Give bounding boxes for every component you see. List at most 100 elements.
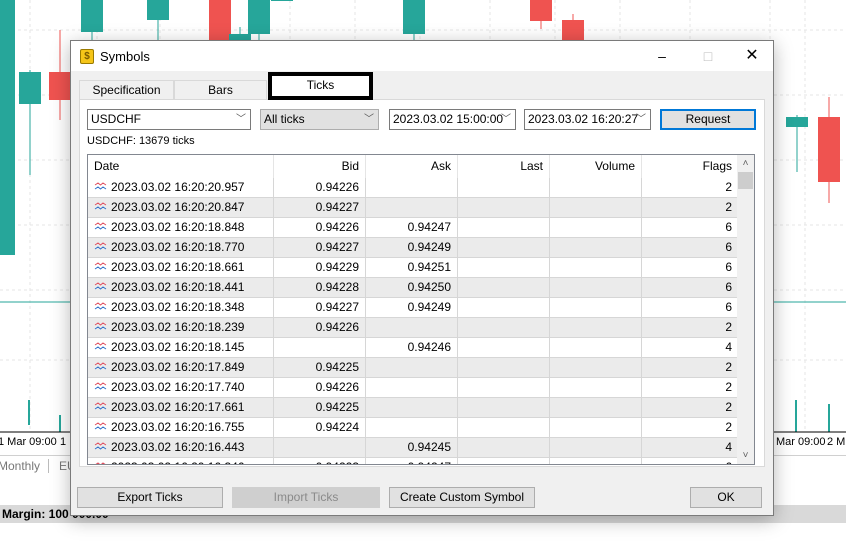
import-ticks-button[interactable]: Import Ticks	[232, 487, 380, 508]
date-text: 2023.03.02 16:20:18.348	[111, 300, 245, 314]
cell-volume	[550, 338, 642, 357]
candle-body	[81, 0, 103, 32]
screen: 1 Mar 09:00 1 Mar 09:00 2 M Monthly EU M…	[0, 0, 846, 556]
tick-wave-icon	[94, 182, 107, 190]
column-header-date[interactable]: Date	[88, 155, 274, 178]
chevron-down-icon: ﹀	[364, 114, 374, 125]
period-tab-monthly[interactable]: Monthly	[0, 459, 40, 473]
table-row[interactable]: 2023.03.02 16:20:17.849 0.94225 2	[88, 358, 738, 378]
candle-body	[248, 0, 270, 34]
candle-body	[209, 0, 231, 40]
cell-last	[458, 278, 550, 297]
table-row[interactable]: 2023.03.02 16:20:18.145 0.94246 4	[88, 338, 738, 358]
table-row[interactable]: 2023.03.02 16:20:18.848 0.94226 0.94247 6	[88, 218, 738, 238]
date-from-picker[interactable]: 2023.03.02 15:00:00 ﹀	[389, 109, 516, 130]
tick-wave-icon	[94, 282, 107, 290]
cell-bid: 0.94226	[274, 218, 366, 237]
cell-bid: 0.94229	[274, 258, 366, 277]
tab-bars[interactable]: Bars	[174, 80, 267, 100]
table-row[interactable]: 2023.03.02 16:20:18.770 0.94227 0.94249 6	[88, 238, 738, 258]
column-header-ask[interactable]: Ask	[366, 155, 458, 178]
cell-ask: 0.94249	[366, 298, 458, 317]
tab-specification[interactable]: Specification	[79, 80, 174, 100]
cell-volume	[550, 458, 642, 464]
candle-body	[49, 72, 71, 100]
column-header-flags[interactable]: Flags	[642, 155, 738, 178]
cell-ask	[366, 358, 458, 377]
cell-flags: 4	[725, 340, 732, 354]
cell-ask	[366, 378, 458, 397]
candle-body	[147, 0, 169, 20]
cell-ask: 0.94249	[366, 238, 458, 257]
scrollbar-thumb[interactable]	[738, 172, 753, 189]
cell-bid: 0.94225	[274, 398, 366, 417]
chart-time-label: Mar 09:00	[776, 436, 826, 448]
cell-volume	[550, 198, 642, 217]
maximize-button[interactable]: □	[685, 41, 731, 71]
cell-date: 2023.03.02 16:20:17.849	[88, 358, 274, 377]
cell-volume	[550, 238, 642, 257]
tick-wave-icon	[94, 242, 107, 250]
table-row[interactable]: 2023.03.02 16:20:17.661 0.94225 2	[88, 398, 738, 418]
export-ticks-button[interactable]: Export Ticks	[77, 487, 223, 508]
cell-ask	[366, 418, 458, 437]
cell-date: 2023.03.02 16:20:18.848	[88, 218, 274, 237]
tick-wave-icon	[94, 322, 107, 330]
tab-ticks[interactable]: Ticks	[268, 72, 373, 100]
date-to-picker[interactable]: 2023.03.02 16:20:27 ﹀	[524, 109, 651, 130]
cell-flags: 6	[642, 458, 738, 464]
ok-button[interactable]: OK	[690, 487, 762, 508]
table-row[interactable]: 2023.03.02 16:20:18.348 0.94227 0.94249 6	[88, 298, 738, 318]
candle-body	[19, 72, 41, 104]
cell-date: 2023.03.02 16:20:18.661	[88, 258, 274, 277]
cell-date: 2023.03.02 16:20:18.441	[88, 278, 274, 297]
cell-bid: 0.94227	[274, 198, 366, 217]
table-row[interactable]: 2023.03.02 16:20:16.443 0.94245 4	[88, 438, 738, 458]
cell-flags: 6	[725, 240, 732, 254]
cell-last	[458, 458, 550, 464]
cell-volume	[550, 438, 642, 457]
symbol-select[interactable]: USDCHF ﹀	[87, 109, 251, 130]
cell-ask	[366, 398, 458, 417]
cell-bid: 0.94223	[274, 458, 366, 464]
symbol-select-value: USDCHF	[91, 112, 141, 126]
cell-ask: 0.94246	[366, 338, 458, 357]
table-row[interactable]: 2023.03.02 16:20:20.847 0.94227 2	[88, 198, 738, 218]
cell-ask: 0.94247	[366, 218, 458, 237]
table-row[interactable]: 2023.03.02 16:20:18.661 0.94229 0.94251 6	[88, 258, 738, 278]
table-row[interactable]: 2023.03.02 16:20:16.346 0.942230.94247 6	[88, 458, 738, 464]
dialog-titlebar[interactable]: $ Symbols – □ ✕	[71, 41, 773, 71]
cell-date: 2023.03.02 16:20:20.847	[88, 198, 274, 217]
tick-wave-icon	[96, 462, 105, 464]
cell-ask: 0.94250	[366, 278, 458, 297]
chevron-down-icon: ﹀	[236, 114, 246, 125]
tick-type-select[interactable]: All ticks ﹀	[260, 109, 379, 130]
cell-last	[458, 398, 550, 417]
tick-wave-icon	[94, 202, 107, 210]
minimize-button[interactable]: –	[639, 41, 685, 71]
column-header-last[interactable]: Last	[458, 155, 550, 178]
cell-flags: 4	[725, 440, 732, 454]
close-button[interactable]: ✕	[729, 41, 775, 71]
tick-wave-icon	[94, 362, 107, 370]
cell-volume	[550, 278, 642, 297]
table-row[interactable]: 2023.03.02 16:20:18.239 0.94226 2	[88, 318, 738, 338]
scroll-up-icon[interactable]: ˄	[737, 155, 754, 172]
scroll-down-icon[interactable]: ˅	[737, 447, 754, 464]
create-custom-symbol-button[interactable]: Create Custom Symbol	[389, 487, 535, 508]
table-row[interactable]: 2023.03.02 16:20:18.441 0.94228 0.94250 6	[88, 278, 738, 298]
request-button[interactable]: Request	[660, 109, 756, 130]
cell-flags: 2	[725, 420, 732, 434]
table-row[interactable]: 2023.03.02 16:20:16.755 0.94224 2	[88, 418, 738, 438]
cell-volume	[550, 418, 642, 437]
cell-volume	[550, 378, 642, 397]
dollar-icon: $	[80, 49, 94, 64]
table-row[interactable]: 2023.03.02 16:20:20.957 0.94226 2	[88, 178, 738, 198]
cell-volume	[550, 318, 642, 337]
column-header-volume[interactable]: Volume	[550, 155, 642, 178]
vertical-scrollbar[interactable]: ˄ ˅	[737, 155, 754, 464]
cell-last	[458, 298, 550, 317]
column-header-bid[interactable]: Bid	[274, 155, 366, 178]
table-row[interactable]: 2023.03.02 16:20:17.740 0.94226 2	[88, 378, 738, 398]
tick-wave-icon	[94, 222, 107, 230]
